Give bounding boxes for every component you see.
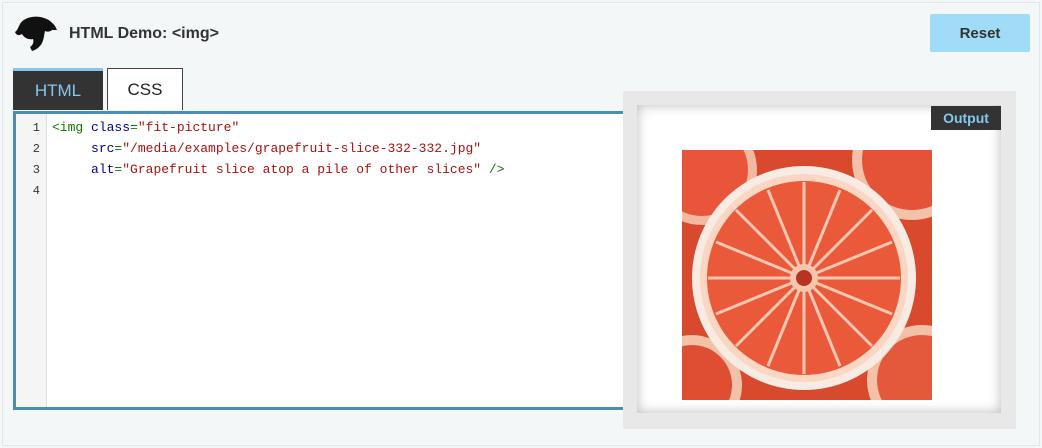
code-line[interactable]: src="/media/examples/grapefruit-slice-33…	[52, 141, 481, 156]
line-number: 4	[32, 184, 40, 198]
code-line[interactable]: alt="Grapefruit slice atop a pile of oth…	[52, 162, 505, 177]
page-title: HTML Demo: <img>	[69, 25, 219, 42]
code-token: <img	[52, 120, 92, 135]
reset-button[interactable]: Reset	[930, 14, 1030, 52]
code-token: "/media/examples/grapefruit-slice-332-33…	[122, 141, 482, 156]
code-editor[interactable]: 1 2 3 4 <img class="fit-picture" src="/m…	[13, 111, 633, 410]
dinosaur-logo-icon	[15, 16, 57, 51]
code-token: alt	[91, 162, 115, 177]
line-number: 1	[32, 121, 40, 135]
code-token: "Grapefruit slice atop a pile of other s…	[122, 162, 482, 177]
code-token: src	[91, 141, 115, 156]
grapefruit-image	[682, 150, 932, 400]
code-token: =	[130, 120, 138, 135]
output-frame	[637, 105, 1001, 413]
output-label: Output	[931, 106, 1001, 130]
line-number-gutter: 1 2 3 4	[16, 114, 47, 407]
output-panel: Output	[623, 91, 1016, 429]
line-number: 3	[32, 163, 40, 177]
grapefruit-slice-illustration	[682, 150, 932, 400]
code-token: "fit-picture"	[137, 120, 240, 135]
code-token: class	[91, 120, 131, 135]
code-token: />	[481, 162, 505, 177]
tab-css[interactable]: CSS	[107, 68, 183, 110]
tab-html[interactable]: HTML	[13, 68, 103, 110]
line-number: 2	[32, 142, 40, 156]
code-line[interactable]: <img class="fit-picture"	[52, 120, 239, 135]
